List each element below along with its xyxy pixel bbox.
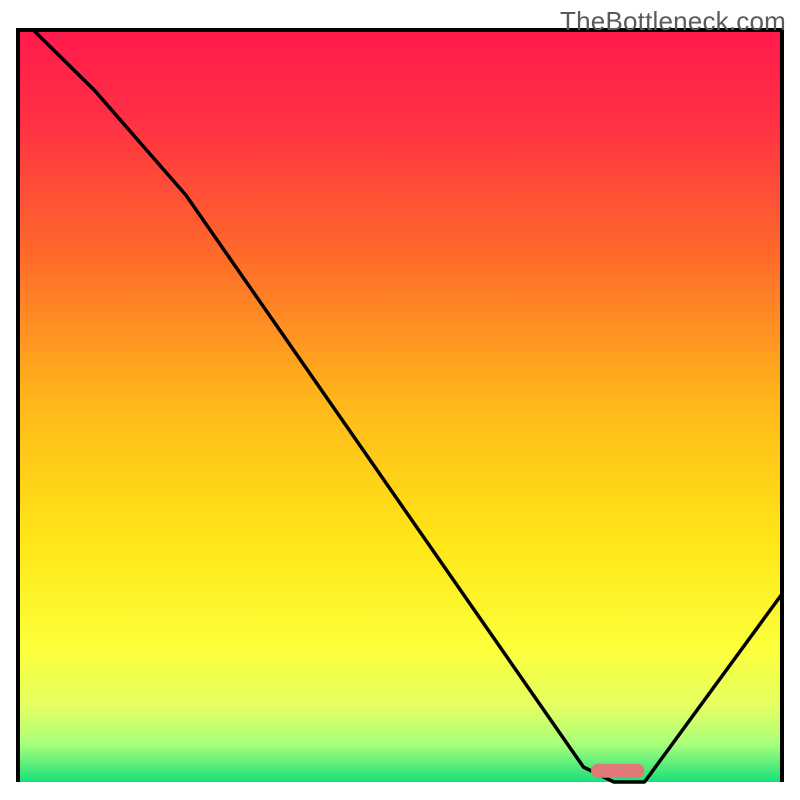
optimal-marker — [591, 764, 644, 778]
bottleneck-chart — [0, 0, 800, 800]
watermark-text: TheBottleneck.com — [560, 6, 786, 37]
chart-container: { "watermark": "TheBottleneck.com", "cha… — [0, 0, 800, 800]
gradient-background — [18, 30, 782, 782]
